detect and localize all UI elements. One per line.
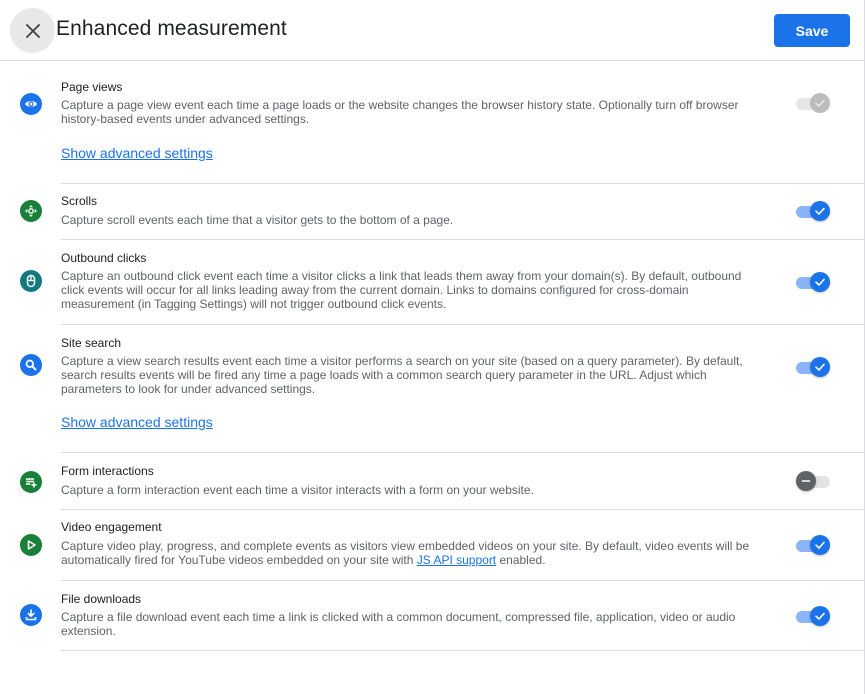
toggle-thumb [810,272,830,292]
close-button[interactable] [10,8,55,53]
description-text: enabled. [496,553,546,567]
setting-title: Outbound clicks [61,251,147,265]
form-interactions-toggle[interactable] [796,470,832,492]
description-text: Capture video play, progress, and comple… [61,539,750,567]
check-icon [815,363,825,371]
toggle-thumb [810,357,830,377]
toggle-thumb [810,201,830,221]
page-views-toggle[interactable] [796,92,832,114]
close-icon [25,23,40,38]
setting-description: Capture a view search results event each… [61,354,743,396]
setting-file-downloads: File downloads Capture a file download e… [0,581,864,651]
outbound-clicks-toggle[interactable] [796,271,832,293]
setting-site-search: Site search Capture a view search result… [0,325,864,453]
js-api-support-link[interactable]: JS API support [417,553,496,567]
setting-title: Form interactions [61,464,154,478]
scrolls-toggle[interactable] [796,200,832,222]
search-icon [20,354,42,376]
form-icon [20,471,42,493]
setting-description: Capture a form interaction event each ti… [61,483,534,497]
show-advanced-settings-link[interactable]: Show advanced settings [61,414,213,430]
check-icon [815,207,825,215]
setting-title: File downloads [61,592,142,606]
setting-form-interactions: Form interactions Capture a form interac… [0,453,864,510]
header: Enhanced measurement Save [0,0,864,61]
minus-icon [801,480,811,482]
setting-description: Capture scroll events each time that a v… [61,213,454,227]
setting-page-views: Page views Capture a page view event eac… [0,61,864,184]
toggle-thumb [810,535,830,555]
setting-title: Video engagement [61,520,162,534]
toggle-thumb [796,471,816,491]
video-engagement-toggle[interactable] [796,534,832,556]
setting-title: Page views [61,80,123,94]
download-icon [20,604,42,626]
page-title: Enhanced measurement [56,17,287,40]
site-search-toggle[interactable] [796,356,832,378]
check-icon [815,541,825,549]
show-advanced-settings-link[interactable]: Show advanced settings [61,145,213,161]
setting-title: Scrolls [61,194,98,208]
file-downloads-toggle[interactable] [796,605,832,627]
setting-description: Capture a file download event each time … [61,610,736,638]
check-icon [815,278,825,286]
setting-description: Capture an outbound click event each tim… [61,269,742,311]
play-icon [20,534,42,556]
save-button[interactable]: Save [774,14,850,47]
mouse-icon [20,270,42,292]
setting-title: Site search [61,336,122,350]
setting-description: Capture a page view event each time a pa… [61,98,739,126]
divider [61,650,864,651]
setting-video-engagement: Video engagement Capture video play, pro… [0,510,864,581]
setting-scrolls: Scrolls Capture scroll events each time … [0,184,864,240]
check-icon [815,612,825,620]
toggle-thumb [810,606,830,626]
eye-icon [20,93,42,115]
enhanced-measurement-panel: Enhanced measurement Save Page views Cap… [0,0,865,694]
check-icon [815,99,825,107]
setting-outbound-clicks: Outbound clicks Capture an outbound clic… [0,240,864,325]
scroll-icon [20,200,42,222]
setting-description: Capture video play, progress, and comple… [61,539,751,567]
toggle-thumb [810,93,830,113]
